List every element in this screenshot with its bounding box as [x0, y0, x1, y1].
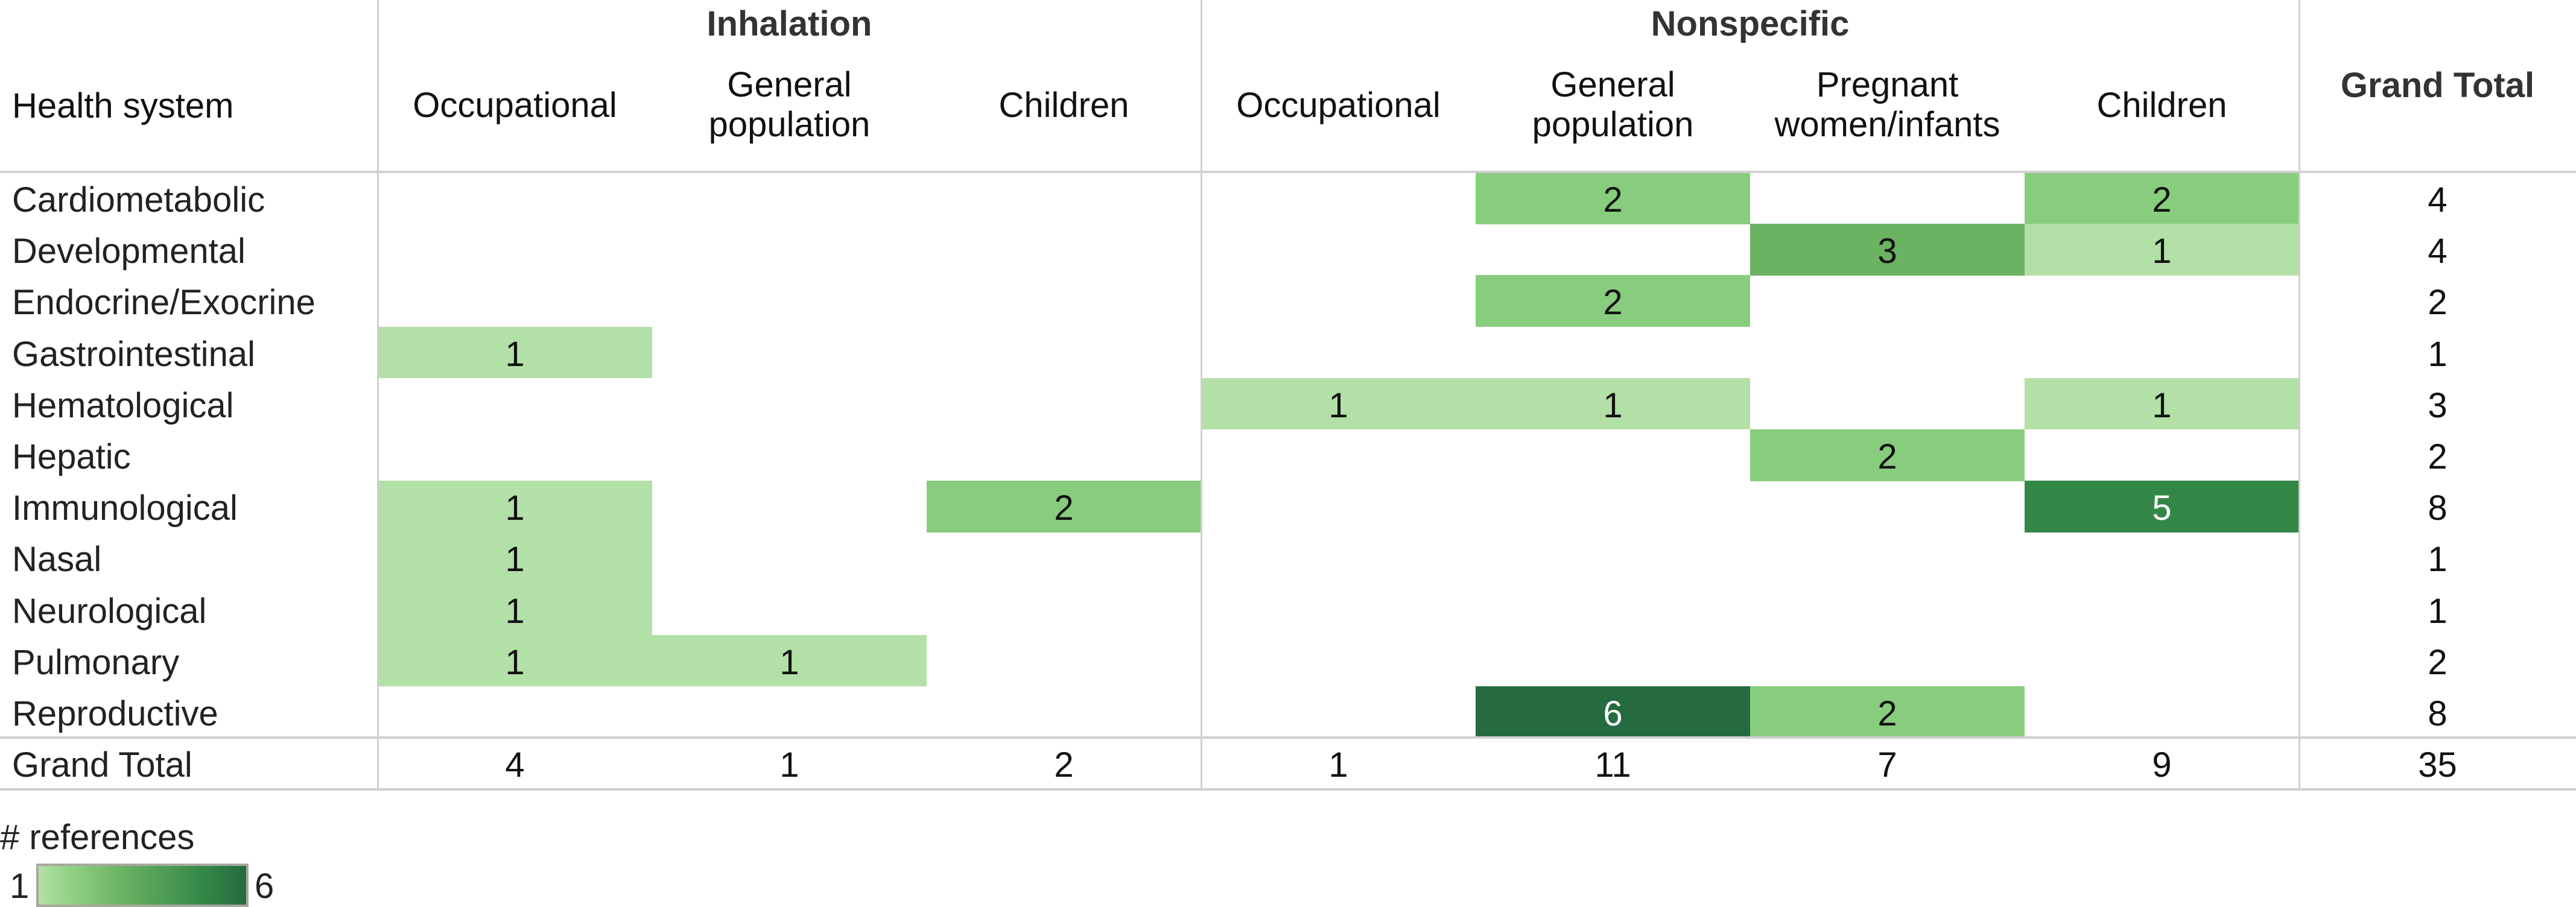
grand-total-header: Grand Total	[2340, 66, 2535, 105]
row-label: Immunological	[12, 488, 238, 528]
row-total: 2	[2428, 642, 2448, 682]
row-label: Reproductive	[12, 694, 218, 733]
legend-title: # references	[0, 818, 195, 857]
column-header: General population	[652, 65, 927, 145]
row-total: 1	[2428, 334, 2448, 374]
cell-value: 6	[1603, 694, 1623, 733]
row-total: 8	[2428, 694, 2448, 733]
column-header: Children	[2025, 86, 2299, 125]
column-header: Children	[927, 86, 1201, 125]
row-label: Hematological	[12, 385, 234, 425]
header-divider	[0, 171, 2576, 173]
cell-value: 2	[1877, 694, 1897, 733]
row-header-label: Health system	[12, 86, 234, 125]
cell-value: 1	[505, 540, 525, 580]
column-total: 11	[1594, 745, 1631, 785]
column-header-line: Occupational	[413, 86, 617, 125]
cell-value: 1	[505, 334, 525, 374]
cell-value: 1	[1603, 385, 1623, 425]
vertical-divider	[377, 0, 379, 790]
cell-value: 5	[2152, 488, 2172, 528]
column-header: Occupational	[1201, 86, 1476, 125]
cell-value: 2	[1054, 488, 1074, 528]
column-header-line: Children	[998, 86, 1129, 125]
row-label: Endocrine/Exocrine	[12, 283, 316, 323]
vertical-divider	[2298, 0, 2300, 790]
row-total: 1	[2428, 540, 2448, 580]
cell-value: 2	[1603, 180, 1623, 220]
row-total: 2	[2428, 283, 2448, 323]
row-total: 2	[2428, 437, 2448, 476]
row-total: 4	[2428, 232, 2448, 271]
column-header: Pregnant women/infants	[1750, 65, 2025, 145]
legend-min-label: 1	[10, 867, 30, 906]
cell-value: 1	[2152, 385, 2172, 425]
row-label: Hepatic	[12, 437, 131, 476]
cell-value: 3	[1877, 232, 1897, 271]
column-header-line: women/infants	[1774, 105, 2000, 144]
row-label: Developmental	[12, 232, 246, 271]
column-header-line: Children	[2096, 86, 2227, 125]
row-label: Nasal	[12, 540, 102, 580]
column-header-line: population	[708, 105, 871, 144]
row-total: 1	[2428, 591, 2448, 631]
column-header: General population	[1476, 65, 1750, 145]
row-total: 3	[2428, 385, 2448, 425]
cell-value: 2	[1603, 283, 1623, 323]
column-total: 4	[505, 745, 525, 785]
bottom-divider	[0, 788, 2576, 791]
column-header-line: General	[1550, 65, 1675, 104]
column-header-line: Pregnant	[1816, 65, 1959, 104]
cell-value: 1	[779, 642, 799, 682]
cell-value: 1	[1328, 385, 1348, 425]
heatmap-table: Inhalation Nonspecific Health system Occupa…	[0, 0, 2576, 907]
legend-color-bar	[36, 864, 249, 907]
total-row-divider	[0, 736, 2576, 739]
column-header-line: General	[727, 65, 852, 104]
column-header-line: Occupational	[1236, 86, 1441, 125]
row-total: 4	[2428, 180, 2448, 220]
column-total: 1	[1328, 745, 1348, 785]
row-total: 8	[2428, 488, 2448, 528]
column-total: 1	[779, 745, 799, 785]
row-label: Pulmonary	[12, 642, 180, 682]
column-total: 9	[2152, 745, 2172, 785]
vertical-divider	[1201, 0, 1202, 790]
column-total: 2	[1054, 745, 1074, 785]
cell-value: 1	[2152, 232, 2172, 271]
column-group-header: Inhalation	[706, 4, 872, 43]
column-header: Occupational	[378, 86, 652, 125]
column-total: 7	[1877, 745, 1897, 785]
row-label: Cardiometabolic	[12, 180, 265, 220]
cell-value: 1	[505, 642, 525, 682]
column-header-line: population	[1532, 105, 1694, 144]
grand-total-row-label: Grand Total	[12, 745, 192, 785]
cell-value: 1	[505, 488, 525, 528]
row-label: Neurological	[12, 591, 207, 631]
cell-value: 2	[1877, 437, 1897, 476]
cell-value: 1	[505, 591, 525, 631]
cell-value: 2	[2152, 180, 2172, 220]
legend-max-label: 6	[255, 867, 274, 906]
grand-total-value: 35	[2418, 745, 2457, 785]
row-label: Gastrointestinal	[12, 334, 255, 374]
column-group-header: Nonspecific	[1651, 4, 1850, 43]
